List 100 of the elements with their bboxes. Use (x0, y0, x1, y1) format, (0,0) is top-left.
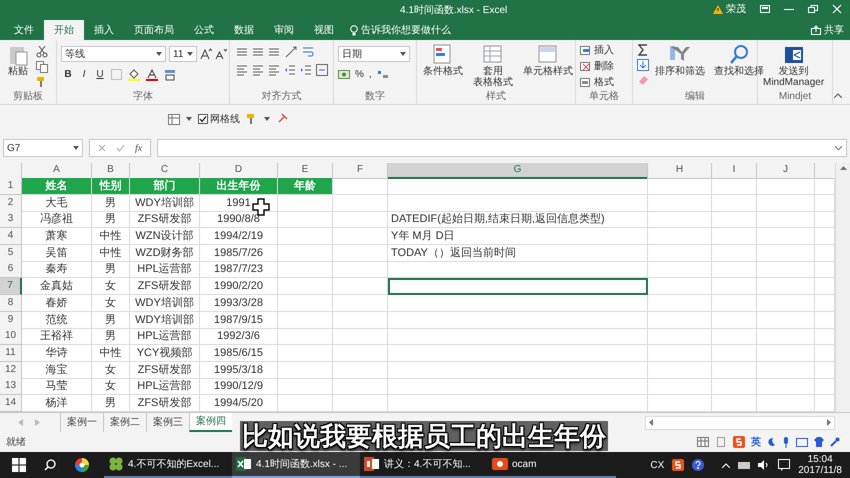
table-cell[interactable]: 1987/9/15 (200, 312, 278, 328)
windows-start-icon[interactable] (12, 458, 26, 472)
number-format-button[interactable]: , (368, 67, 372, 82)
table-cell[interactable]: Y年 M月 D日 (388, 228, 648, 246)
table-cell[interactable]: 冯彦祖 (22, 211, 92, 228)
ribbon-button[interactable]: 套用 表格格式 (470, 44, 516, 91)
taskbar-app[interactable]: 讲义：4.不可不知... (360, 452, 488, 478)
table-cell[interactable]: 男 (92, 194, 130, 212)
align-center-icon[interactable] (252, 64, 264, 76)
caret-icon[interactable] (264, 117, 270, 121)
table-cell[interactable]: WDY培训部 (130, 294, 200, 312)
pin-icon[interactable] (276, 113, 288, 125)
table-cell[interactable]: 1995/3/18 (200, 362, 278, 379)
format-button[interactable]: U (95, 67, 105, 82)
close-icon[interactable] (832, 4, 842, 14)
network-icon[interactable] (738, 460, 750, 470)
format-button[interactable]: I (79, 67, 89, 82)
table-cell[interactable]: 中性 (92, 228, 130, 246)
align-top-icon[interactable] (236, 46, 248, 58)
table-cell[interactable]: WDY培训部 (130, 312, 200, 328)
table-cell[interactable]: 中性 (92, 244, 130, 262)
table-cell[interactable]: 1993/3/28 (200, 294, 278, 312)
input-mode-toggle[interactable]: 英 (751, 434, 761, 450)
font-size-dropdown[interactable]: 11 (169, 46, 197, 62)
scissors-icon[interactable] (36, 46, 48, 58)
ribbon-button[interactable]: 删除 (580, 59, 632, 74)
table-cell[interactable]: 大毛 (22, 194, 92, 212)
copy-icon[interactable] (36, 61, 48, 73)
table-cell[interactable]: WZD财务部 (130, 244, 200, 262)
fill-down-icon[interactable] (637, 59, 649, 71)
table-cell[interactable]: 男 (92, 261, 130, 278)
table-cell[interactable]: 男 (92, 328, 130, 346)
ribbon-button[interactable]: 条件格式 (420, 44, 466, 91)
gridlines-checkbox[interactable] (198, 114, 208, 124)
autosum-icon[interactable] (637, 44, 649, 56)
user-name[interactable]: 荣茂 (726, 2, 746, 16)
text-orientation-icon[interactable] (284, 46, 298, 58)
help-icon[interactable] (692, 459, 704, 471)
row-header[interactable]: 5 (0, 244, 22, 262)
grow-font-icon[interactable] (200, 48, 212, 60)
cancel-icon[interactable] (98, 144, 106, 152)
row-header[interactable]: 6 (0, 261, 22, 278)
align-middle-icon[interactable] (252, 46, 264, 58)
normal-view-icon[interactable] (697, 437, 709, 447)
restore-icon[interactable] (808, 5, 818, 13)
input-method-indicator[interactable]: CX (650, 458, 664, 472)
table-cell[interactable]: TODAY（）返回当前时间 (388, 244, 648, 262)
caret-icon[interactable] (186, 117, 192, 121)
row-header[interactable]: 10 (0, 328, 22, 346)
table-cell[interactable]: 春娇 (22, 294, 92, 312)
row-header[interactable]: 2 (0, 194, 22, 212)
table-cell[interactable]: 金真姑 (22, 278, 92, 296)
wrench-icon[interactable] (830, 437, 840, 447)
collapse-ribbon-icon[interactable] (834, 93, 842, 98)
ime-logo-icon[interactable] (672, 459, 684, 471)
table-cell[interactable]: 1987/7/23 (200, 261, 278, 278)
ribbon-button[interactable]: 插入 (580, 43, 632, 58)
number-format-button[interactable]: % (355, 67, 364, 82)
phonetic-icon[interactable] (164, 68, 176, 80)
table-cell[interactable]: WDY培训部 (130, 194, 200, 212)
table-cell[interactable]: 马莹 (22, 378, 92, 396)
table-cell[interactable]: 萧寒 (22, 228, 92, 246)
row-header[interactable]: 7 (0, 278, 22, 296)
ribbon-button[interactable]: 格式 (580, 75, 632, 90)
row-header[interactable]: 4 (0, 228, 22, 246)
table-cell[interactable]: 范统 (22, 312, 92, 328)
ribbon-tab[interactable]: 开始 (44, 20, 84, 40)
align-left-icon[interactable] (236, 64, 248, 76)
taskbar-app[interactable]: 4.1时间函数.xlsx - ... (232, 452, 360, 478)
ribbon-tab[interactable]: 视图 (304, 20, 344, 40)
eraser-icon[interactable] (637, 74, 649, 86)
table-cell[interactable]: 1994/2/19 (200, 228, 278, 246)
ribbon-button[interactable]: 排序和筛选 (652, 44, 708, 91)
microphone-icon[interactable] (782, 436, 790, 448)
ribbon-tab[interactable]: 数据 (224, 20, 264, 40)
table-cell[interactable]: HPL运营部 (130, 328, 200, 346)
table-cell[interactable]: ZFS研发部 (130, 278, 200, 296)
table-cell[interactable]: ZFS研发部 (130, 211, 200, 228)
table-cell[interactable]: 1992/3/6 (200, 328, 278, 346)
column-header[interactable]: I (712, 163, 757, 179)
search-icon[interactable] (44, 459, 56, 471)
align-bottom-icon[interactable] (268, 46, 280, 58)
ribbon-tab[interactable]: 插入 (84, 20, 124, 40)
ribbon-tab[interactable]: 审阅 (264, 20, 304, 40)
table-cell[interactable]: 秦寿 (22, 261, 92, 278)
color-wheel-icon[interactable] (74, 457, 90, 473)
table-cell[interactable]: 吴笛 (22, 244, 92, 262)
increase-indent-icon[interactable] (300, 64, 312, 76)
insert-function-button[interactable]: fx (135, 140, 142, 156)
horizontal-scrollbar[interactable] (645, 416, 835, 430)
table-cell[interactable]: YCY视频部 (130, 344, 200, 362)
next-sheet-icon[interactable] (35, 419, 40, 426)
fill-color-icon[interactable] (128, 68, 140, 80)
table-cell[interactable]: 中性 (92, 344, 130, 362)
table-cell[interactable]: 海宝 (22, 362, 92, 379)
font-color-icon[interactable] (146, 68, 158, 80)
chevron-up-icon[interactable] (722, 462, 730, 468)
decrease-indent-icon[interactable] (284, 64, 296, 76)
taskbar-app[interactable]: ocam (488, 452, 616, 478)
table-cell[interactable]: WZN设计部 (130, 228, 200, 246)
